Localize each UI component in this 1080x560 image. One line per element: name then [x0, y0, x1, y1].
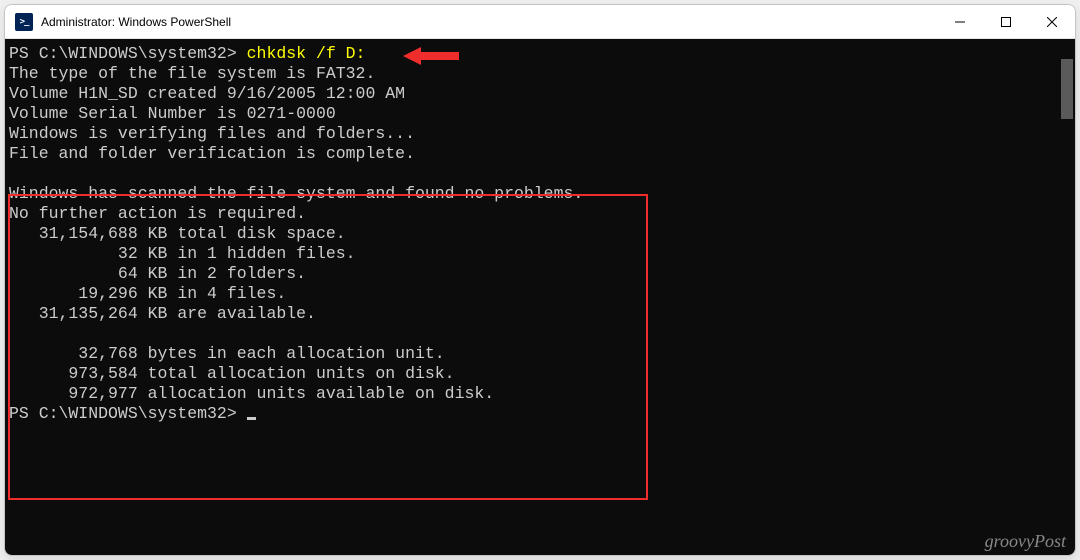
titlebar[interactable]: Administrator: Windows PowerShell	[5, 5, 1075, 39]
terminal-output: The type of the file system is FAT32.	[9, 64, 1075, 84]
minimize-button[interactable]	[937, 5, 983, 38]
powershell-icon	[15, 13, 33, 31]
terminal-output: Volume Serial Number is 0271-0000	[9, 104, 1075, 124]
terminal-output: 19,296 KB in 4 files.	[9, 284, 1075, 304]
terminal-output: 31,135,264 KB are available.	[9, 304, 1075, 324]
window-title: Administrator: Windows PowerShell	[41, 15, 937, 29]
command-text: chkdsk /f D:	[247, 44, 366, 63]
terminal-output	[9, 324, 1075, 344]
prompt-path: PS C:\WINDOWS\system32>	[9, 44, 247, 63]
terminal-line: PS C:\WINDOWS\system32>	[9, 404, 1075, 424]
cursor	[247, 417, 256, 420]
scrollbar-thumb[interactable]	[1061, 59, 1073, 119]
terminal-output: Windows is verifying files and folders..…	[9, 124, 1075, 144]
terminal-output: 31,154,688 KB total disk space.	[9, 224, 1075, 244]
terminal-line: PS C:\WINDOWS\system32> chkdsk /f D:	[9, 44, 1075, 64]
prompt-path: PS C:\WINDOWS\system32>	[9, 404, 247, 423]
terminal-output: File and folder verification is complete…	[9, 144, 1075, 164]
terminal-output: No further action is required.	[9, 204, 1075, 224]
window-controls	[937, 5, 1075, 38]
powershell-window: Administrator: Windows PowerShell PS C:\…	[4, 4, 1076, 556]
terminal-output: 972,977 allocation units available on di…	[9, 384, 1075, 404]
terminal-output: Volume H1N_SD created 9/16/2005 12:00 AM	[9, 84, 1075, 104]
watermark: groovyPost	[985, 531, 1066, 552]
terminal-output: Windows has scanned the file system and …	[9, 184, 1075, 204]
terminal-output: 973,584 total allocation units on disk.	[9, 364, 1075, 384]
terminal-output: 64 KB in 2 folders.	[9, 264, 1075, 284]
terminal-output: 32 KB in 1 hidden files.	[9, 244, 1075, 264]
close-button[interactable]	[1029, 5, 1075, 38]
terminal-output: 32,768 bytes in each allocation unit.	[9, 344, 1075, 364]
terminal-output	[9, 164, 1075, 184]
terminal-area[interactable]: PS C:\WINDOWS\system32> chkdsk /f D: The…	[5, 39, 1075, 555]
maximize-button[interactable]	[983, 5, 1029, 38]
